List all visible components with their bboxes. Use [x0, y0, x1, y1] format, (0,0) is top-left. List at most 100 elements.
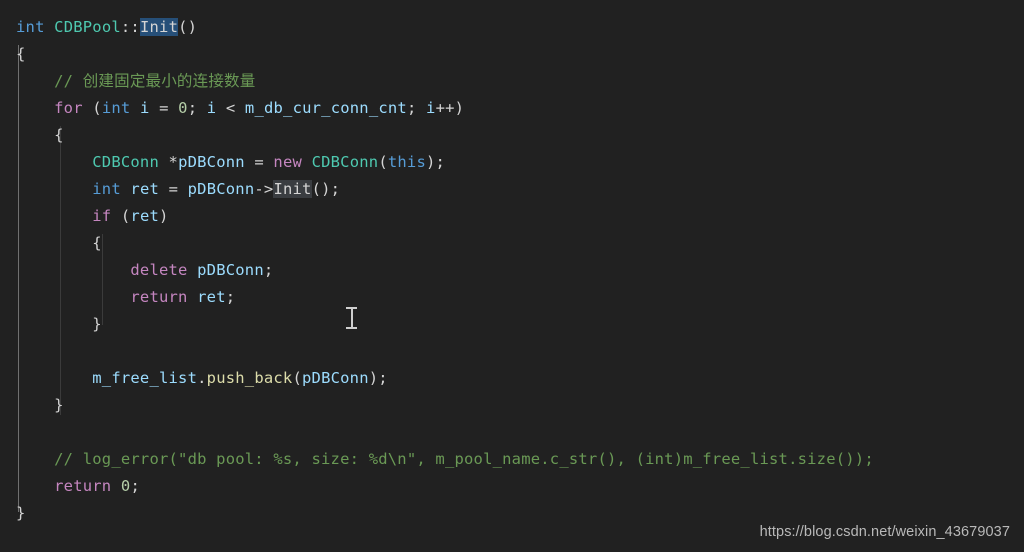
- code-line[interactable]: }: [0, 500, 1024, 527]
- code-token: push_back: [206, 369, 293, 387]
- code-token: {: [54, 126, 64, 144]
- code-token: pDBConn: [302, 369, 369, 387]
- code-token: ::: [120, 18, 140, 36]
- code-line[interactable]: }: [0, 392, 1024, 419]
- code-token: m_free_list: [92, 369, 198, 387]
- code-token: ;: [406, 99, 427, 117]
- code-line[interactable]: delete pDBConn;: [0, 257, 1024, 284]
- code-token: ret: [197, 288, 226, 306]
- code-token: Init: [273, 180, 312, 198]
- code-editor-surface[interactable]: int CDBPool::Init(){ // 创建固定最小的连接数量 for …: [0, 0, 1024, 552]
- code-token: *: [159, 153, 179, 171]
- code-token: new: [273, 153, 303, 171]
- code-token: ): [159, 207, 169, 225]
- code-token: =: [159, 180, 188, 198]
- code-token: for: [54, 99, 83, 117]
- code-token: );: [368, 369, 388, 387]
- code-token: pDBConn: [178, 153, 245, 171]
- code-token: ;: [225, 288, 236, 306]
- code-token: return: [54, 477, 112, 495]
- code-token: int: [16, 18, 45, 36]
- code-token: pDBConn: [197, 261, 264, 279]
- code-token: CDBConn: [92, 153, 159, 171]
- code-content[interactable]: int CDBPool::Init(){ // 创建固定最小的连接数量 for …: [0, 14, 1024, 527]
- code-line[interactable]: {: [0, 230, 1024, 257]
- code-token: delete: [130, 261, 188, 279]
- code-token: ret: [130, 207, 160, 225]
- code-token: 0: [120, 477, 131, 495]
- code-token: ret: [130, 180, 160, 198]
- code-token: Init: [139, 18, 179, 36]
- code-line[interactable]: [0, 338, 1024, 365]
- code-line[interactable]: CDBConn *pDBConn = new CDBConn(this);: [0, 149, 1024, 176]
- code-token: m_db_cur_conn_cnt: [244, 99, 407, 117]
- watermark-url: https://blog.csdn.net/weixin_43679037: [759, 524, 1010, 540]
- code-token: int: [92, 180, 121, 198]
- code-token: (: [111, 207, 131, 225]
- code-line[interactable]: return 0;: [0, 473, 1024, 500]
- code-token: ;: [187, 99, 207, 117]
- code-token: i: [139, 99, 150, 117]
- code-line[interactable]: m_free_list.push_back(pDBConn);: [0, 365, 1024, 392]
- code-line[interactable]: // log_error("db pool: %s, size: %d\n", …: [0, 446, 1024, 473]
- code-token: }: [54, 396, 64, 414]
- code-token: // log_error("db pool: %s, size: %d\n", …: [54, 450, 874, 468]
- code-line[interactable]: return ret;: [0, 284, 1024, 311]
- code-line[interactable]: int CDBPool::Init(): [0, 14, 1024, 41]
- code-token: (: [292, 369, 303, 387]
- code-token: i: [426, 99, 436, 117]
- code-line[interactable]: }: [0, 311, 1024, 338]
- code-line[interactable]: int ret = pDBConn->Init();: [0, 176, 1024, 203]
- code-token: // 创建固定最小的连接数量: [54, 72, 256, 90]
- code-line[interactable]: {: [0, 122, 1024, 149]
- code-token: int: [101, 99, 131, 117]
- code-token: }: [92, 315, 102, 333]
- code-token: ();: [311, 180, 341, 198]
- code-token: return: [130, 288, 188, 306]
- code-token: CDBConn: [311, 153, 379, 171]
- code-token: if: [92, 207, 112, 225]
- code-line[interactable]: [0, 419, 1024, 446]
- code-token: (): [178, 18, 198, 36]
- code-token: pDBConn: [187, 180, 255, 198]
- code-token: <: [216, 99, 245, 117]
- code-token: CDBPool: [54, 18, 121, 36]
- code-token: );: [426, 153, 446, 171]
- code-token: =: [244, 153, 274, 171]
- code-token: this: [387, 153, 426, 171]
- code-token: ;: [130, 477, 140, 495]
- code-token: (: [378, 153, 388, 171]
- code-line[interactable]: if (ret): [0, 203, 1024, 230]
- code-token: {: [16, 45, 26, 63]
- code-token: =: [149, 99, 179, 117]
- code-line[interactable]: for (int i = 0; i < m_db_cur_conn_cnt; i…: [0, 95, 1024, 122]
- code-line[interactable]: {: [0, 41, 1024, 68]
- code-token: ->: [254, 180, 274, 198]
- code-token: i: [206, 99, 217, 117]
- code-token: (: [82, 99, 102, 117]
- code-line[interactable]: // 创建固定最小的连接数量: [0, 68, 1024, 95]
- code-token: ++): [435, 99, 465, 117]
- code-token: }: [16, 504, 26, 522]
